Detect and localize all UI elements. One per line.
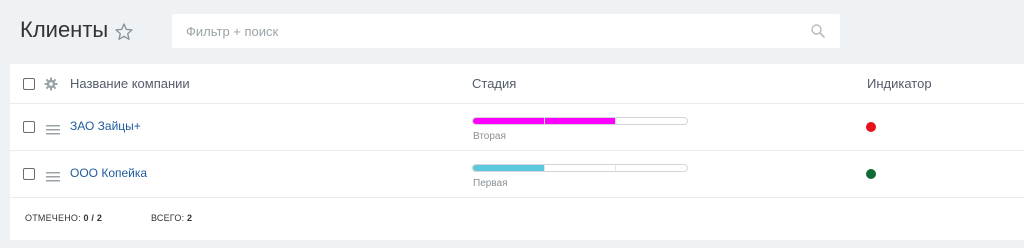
- indicator-dot: [866, 169, 876, 179]
- search-input[interactable]: Фильтр + поиск: [172, 14, 840, 48]
- selected-count: ОТМЕЧЕНО: 0 / 2: [25, 213, 103, 223]
- row-checkbox[interactable]: [23, 121, 35, 133]
- top-bar: Клиенты Фильтр + поиск: [0, 0, 1024, 64]
- stage-segment: [544, 118, 617, 124]
- drag-handle-icon[interactable]: [46, 122, 60, 135]
- indicator-dot: [866, 122, 876, 132]
- stage-segment: [616, 118, 687, 124]
- stage-segment: [473, 118, 545, 124]
- stage-label: Первая: [473, 178, 508, 189]
- company-link[interactable]: ООО Копейка: [70, 166, 147, 180]
- column-header-stage[interactable]: Стадия: [472, 76, 516, 91]
- search-icon[interactable]: [810, 23, 826, 39]
- stage-progress-bar[interactable]: [472, 164, 688, 172]
- row-checkbox[interactable]: [23, 168, 35, 180]
- table-footer: ОТМЕЧЕНО: 0 / 2 ВСЕГО: 2: [10, 198, 1024, 240]
- stage-progress-bar[interactable]: [472, 117, 688, 125]
- clients-table: Название компании Стадия Индикатор ЗАО З…: [10, 64, 1024, 240]
- column-header-company-name[interactable]: Название компании: [70, 76, 190, 91]
- star-icon[interactable]: [114, 22, 134, 42]
- stage-segment: [545, 165, 617, 171]
- page-title: Клиенты: [20, 17, 109, 42]
- select-all-checkbox[interactable]: [23, 78, 35, 90]
- table-row: ООО Копейка Первая: [10, 151, 1024, 198]
- column-header-indicator[interactable]: Индикатор: [867, 76, 932, 91]
- drag-handle-icon[interactable]: [46, 169, 60, 182]
- gear-icon[interactable]: [44, 77, 58, 91]
- stage-segment: [616, 165, 687, 171]
- stage-segment: [473, 165, 545, 171]
- company-link[interactable]: ЗАО Зайцы+: [70, 119, 141, 133]
- search-placeholder: Фильтр + поиск: [186, 24, 279, 39]
- table-header: Название компании Стадия Индикатор: [10, 64, 1024, 104]
- total-count: ВСЕГО: 2: [151, 213, 193, 223]
- table-row: ЗАО Зайцы+ Вторая: [10, 104, 1024, 151]
- stage-label: Вторая: [473, 131, 506, 142]
